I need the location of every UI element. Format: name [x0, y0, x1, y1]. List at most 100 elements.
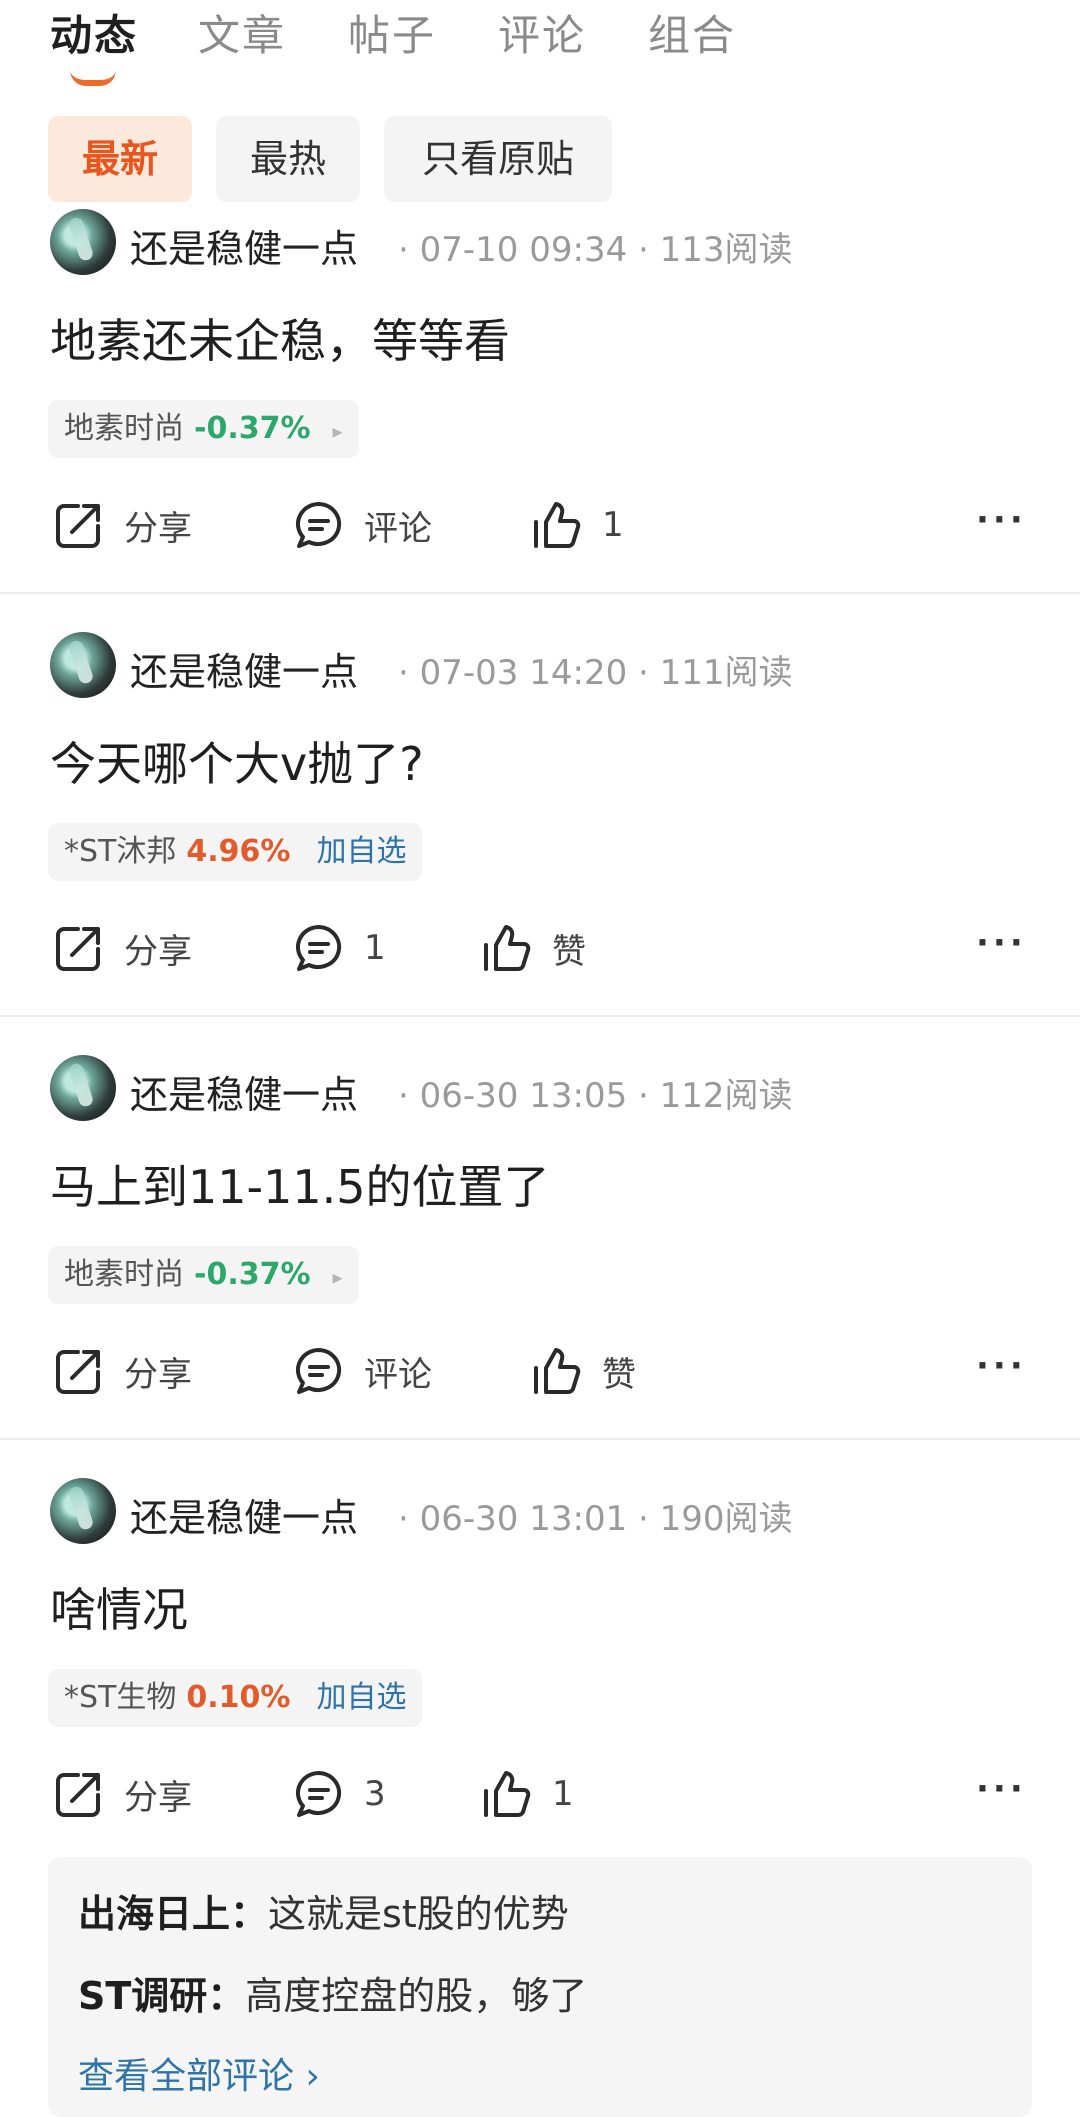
- comment-button[interactable]: 评论: [292, 495, 432, 555]
- add-watchlist-link[interactable]: 加自选: [316, 1680, 406, 1715]
- share-label: 分享: [124, 1354, 192, 1395]
- more-options-icon[interactable]: ···: [976, 918, 1027, 978]
- post-content[interactable]: 马上到11-11.5的位置了: [50, 1151, 550, 1217]
- author-name[interactable]: 还是稳健一点: [130, 641, 358, 696]
- post-actions: 分享 3 1 ···: [0, 1764, 1080, 1824]
- more-options-icon[interactable]: ···: [976, 495, 1027, 555]
- post-content[interactable]: 地素还未企稳，等等看: [50, 305, 510, 371]
- author-name[interactable]: 还是稳健一点: [130, 1487, 358, 1542]
- read-count: 111阅读: [659, 653, 793, 693]
- share-button[interactable]: 分享: [52, 918, 192, 978]
- share-button[interactable]: 分享: [52, 1764, 192, 1824]
- thumbs-up-icon: [534, 502, 581, 548]
- comment-text: 这就是st股的优势: [268, 1892, 569, 1936]
- divider: [0, 592, 1080, 594]
- tab-articles[interactable]: 文章: [198, 2, 286, 63]
- tab-posts[interactable]: 帖子: [348, 2, 436, 63]
- share-icon: [56, 1350, 100, 1394]
- share-label: 分享: [124, 508, 192, 549]
- like-label: 赞: [602, 1354, 636, 1395]
- read-count: 112阅读: [659, 1076, 793, 1116]
- divider: [0, 1438, 1080, 1440]
- read-count: 190阅读: [659, 1499, 793, 1539]
- stock-change: -0.37%: [194, 1257, 311, 1292]
- post-time: 07-10 09:34: [419, 230, 628, 270]
- post-time: 07-03 14:20: [419, 653, 628, 693]
- stock-change: 4.96%: [186, 834, 291, 869]
- post-time: 06-30 13:01: [419, 1499, 628, 1539]
- share-icon: [56, 504, 100, 548]
- like-label: 1: [602, 505, 624, 545]
- more-options-icon[interactable]: ···: [976, 1764, 1027, 1824]
- stock-tag[interactable]: 地素时尚 -0.37% ▸: [48, 400, 359, 458]
- share-label: 分享: [124, 1777, 192, 1818]
- comment-label: 评论: [364, 1354, 432, 1395]
- post-actions: 分享 1 赞 ···: [0, 918, 1080, 978]
- comment-icon: [295, 501, 342, 548]
- tab-portfolio[interactable]: 组合: [648, 2, 736, 63]
- filter-original-only[interactable]: 只看原贴: [384, 116, 612, 202]
- avatar[interactable]: [50, 209, 116, 275]
- comment-count: 1: [364, 928, 386, 968]
- comment-icon: [295, 1347, 342, 1394]
- stock-tag[interactable]: *ST生物 0.10% 加自选: [48, 1669, 423, 1727]
- avatar[interactable]: [50, 1055, 116, 1121]
- comment-text: 高度控盘的股，够了: [245, 1974, 588, 2018]
- stock-name: *ST沐邦: [64, 834, 177, 869]
- post-meta: · 07-03 14:20 · 111阅读: [398, 653, 793, 693]
- post-meta: · 07-10 09:34 · 113阅读: [398, 230, 793, 270]
- read-count: 113阅读: [659, 230, 793, 270]
- divider: [0, 1015, 1080, 1017]
- stock-tag[interactable]: *ST沐邦 4.96% 加自选: [48, 823, 423, 881]
- active-tab-indicator: [70, 70, 116, 86]
- filter-latest[interactable]: 最新: [48, 116, 192, 202]
- stock-tag[interactable]: 地素时尚 -0.37% ▸: [48, 1246, 359, 1304]
- comment-button[interactable]: 3: [292, 1764, 386, 1824]
- share-button[interactable]: 分享: [52, 495, 192, 555]
- share-icon: [56, 927, 100, 971]
- share-icon: [56, 1773, 100, 1817]
- view-all-comments-link[interactable]: 查看全部评论 ›: [78, 2047, 320, 2099]
- comment-button[interactable]: 评论: [292, 1341, 432, 1401]
- comment-icon: [295, 924, 342, 971]
- like-button[interactable]: 赞: [480, 918, 586, 978]
- post-time: 06-30 13:05: [419, 1076, 628, 1116]
- post-meta: · 06-30 13:05 · 112阅读: [398, 1076, 793, 1116]
- share-button[interactable]: 分享: [52, 1341, 192, 1401]
- thumbs-up-icon: [484, 925, 531, 971]
- like-button[interactable]: 赞: [530, 1341, 636, 1401]
- comment-item[interactable]: 出海日上：这就是st股的优势: [78, 1883, 569, 1938]
- play-arrow-icon: ▸: [332, 419, 343, 443]
- share-label: 分享: [124, 931, 192, 972]
- stock-name: 地素时尚: [64, 1257, 184, 1292]
- post-content[interactable]: 啥情况: [50, 1574, 188, 1640]
- tab-dynamics[interactable]: 动态: [50, 2, 138, 63]
- post-content[interactable]: 今天哪个大v抛了?: [50, 728, 424, 794]
- comment-label: 评论: [364, 508, 432, 549]
- author-name[interactable]: 还是稳健一点: [130, 1064, 358, 1119]
- like-count: 1: [552, 1774, 574, 1814]
- avatar[interactable]: [50, 1478, 116, 1544]
- stock-change: -0.37%: [194, 411, 311, 446]
- like-button[interactable]: 1: [530, 495, 624, 555]
- comment-button[interactable]: 1: [292, 918, 386, 978]
- stock-name: *ST生物: [64, 1680, 177, 1715]
- comment-user[interactable]: 出海日上：: [78, 1892, 268, 1936]
- comment-icon: [295, 1770, 342, 1817]
- more-options-icon[interactable]: ···: [976, 1341, 1027, 1401]
- avatar[interactable]: [50, 632, 116, 698]
- comment-user[interactable]: ST调研：: [78, 1974, 245, 2018]
- comment-count: 3: [364, 1774, 386, 1814]
- filter-hottest[interactable]: 最热: [216, 116, 360, 202]
- thumbs-up-icon: [534, 1348, 581, 1394]
- author-name[interactable]: 还是稳健一点: [130, 218, 358, 273]
- like-button[interactable]: 1: [480, 1764, 574, 1824]
- post-actions: 分享 评论 赞 ···: [0, 1341, 1080, 1401]
- post-actions: 分享 评论 1 ···: [0, 495, 1080, 555]
- comment-item[interactable]: ST调研：高度控盘的股，够了: [78, 1965, 587, 2020]
- play-arrow-icon: ▸: [332, 1265, 343, 1289]
- like-label: 赞: [552, 931, 586, 972]
- add-watchlist-link[interactable]: 加自选: [316, 834, 406, 869]
- post-meta: · 06-30 13:01 · 190阅读: [398, 1499, 793, 1539]
- tab-comments[interactable]: 评论: [498, 2, 586, 63]
